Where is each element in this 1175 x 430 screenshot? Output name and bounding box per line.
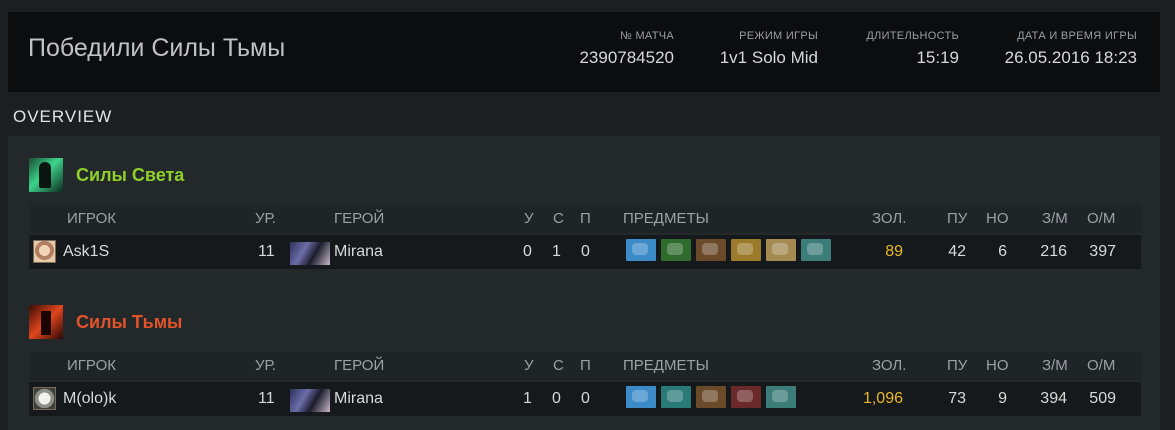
match-id-label: № МАТЧА — [620, 30, 674, 42]
player-level: 11 — [258, 243, 275, 260]
item-crystal-icon[interactable] — [626, 386, 656, 408]
col-gpm: З/М — [1042, 210, 1068, 227]
col-gold: ЗОЛ. — [872, 210, 907, 227]
date-block: ДАТА И ВРЕМЯ ИГРЫ 26.05.2016 18:23 — [1005, 30, 1137, 68]
gold-value: 1,096 — [862, 390, 903, 407]
game-mode-value: 1v1 Solo Mid — [719, 48, 818, 67]
player-level: 11 — [258, 390, 275, 407]
player-avatar[interactable] — [33, 387, 56, 410]
item-list — [626, 386, 801, 408]
item-crystal-icon[interactable] — [626, 239, 656, 261]
col-denies: НО — [986, 210, 1009, 227]
item-wraith-icon[interactable] — [801, 239, 831, 261]
deaths-value: 0 — [552, 390, 561, 407]
match-result-title: Победили Силы Тьмы — [28, 34, 286, 62]
col-assists: П — [580, 210, 591, 227]
col-hero: ГЕРОЙ — [334, 357, 385, 374]
last-hits-value: 73 — [948, 390, 966, 407]
player-name[interactable]: M(olo)k — [63, 382, 116, 416]
deaths-value: 1 — [552, 243, 561, 260]
col-hero: ГЕРОЙ — [334, 210, 385, 227]
game-mode-block: РЕЖИМ ИГРЫ 1v1 Solo Mid — [720, 30, 818, 68]
last-hits-value: 42 — [948, 243, 966, 260]
col-deaths: С — [553, 210, 564, 227]
item-wraith-icon[interactable] — [766, 386, 796, 408]
team-name-dire: Силы Тьмы — [76, 311, 183, 332]
match-id-value: 2390784520 — [579, 48, 674, 67]
denies-value: 9 — [998, 390, 1007, 407]
item-boots-icon[interactable] — [696, 239, 726, 261]
duration-label: ДЛИТЕЛЬНОСТЬ — [866, 30, 959, 42]
team-header-radiant: Силы Света — [29, 158, 184, 192]
col-gold: ЗОЛ. — [872, 357, 907, 374]
col-kills: У — [524, 210, 534, 227]
assists-value: 0 — [581, 243, 590, 260]
player-row-radiant-1[interactable]: Ask1S 11 Mirana 0 1 0 89 42 6 216 397 — [29, 235, 1141, 269]
scoreboard-panel: Силы Света ИГРОК УР. ГЕРОЙ У С П ПРЕДМЕТ… — [8, 136, 1160, 430]
col-xpm: О/М — [1087, 357, 1116, 374]
denies-value: 6 — [998, 243, 1007, 260]
item-bottle-icon[interactable] — [661, 386, 691, 408]
hero-portrait[interactable] — [290, 242, 330, 265]
player-avatar[interactable] — [33, 240, 56, 263]
col-xpm: О/М — [1087, 210, 1116, 227]
item-scroll-icon[interactable] — [766, 239, 796, 261]
item-slippers-icon[interactable] — [661, 239, 691, 261]
player-row-dire-1[interactable]: M(olo)k 11 Mirana 1 0 0 1,096 73 9 394 5… — [29, 382, 1141, 416]
item-mask-icon[interactable] — [731, 386, 761, 408]
col-deaths: С — [553, 357, 564, 374]
hero-name[interactable]: Mirana — [334, 382, 383, 416]
team-header-dire: Силы Тьмы — [29, 305, 182, 339]
date-value: 26.05.2016 18:23 — [1004, 48, 1137, 67]
gpm-value: 216 — [1040, 243, 1067, 260]
col-denies: НО — [986, 357, 1009, 374]
date-label: ДАТА И ВРЕМЯ ИГРЫ — [1017, 30, 1137, 42]
duration-value: 15:19 — [916, 48, 959, 67]
kills-value: 1 — [523, 390, 532, 407]
dire-icon — [29, 305, 63, 339]
player-name[interactable]: Ask1S — [63, 235, 109, 269]
col-assists: П — [580, 357, 591, 374]
column-header-radiant: ИГРОК УР. ГЕРОЙ У С П ПРЕДМЕТЫ ЗОЛ. ПУ Н… — [29, 205, 1141, 233]
hero-name[interactable]: Mirana — [334, 235, 383, 269]
col-level: УР. — [255, 357, 276, 374]
col-items: ПРЕДМЕТЫ — [623, 357, 709, 374]
col-level: УР. — [255, 210, 276, 227]
kills-value: 0 — [523, 243, 532, 260]
duration-block: ДЛИТЕЛЬНОСТЬ 15:19 — [866, 30, 959, 68]
gold-value: 89 — [885, 243, 903, 260]
col-gpm: З/М — [1042, 357, 1068, 374]
column-header-dire: ИГРОК УР. ГЕРОЙ У С П ПРЕДМЕТЫ ЗОЛ. ПУ Н… — [29, 352, 1141, 380]
col-kills: У — [524, 357, 534, 374]
hero-portrait[interactable] — [290, 389, 330, 412]
team-name-radiant: Силы Света — [76, 164, 185, 185]
item-claws-icon[interactable] — [731, 239, 761, 261]
xpm-value: 509 — [1089, 390, 1116, 407]
radiant-icon — [29, 158, 63, 192]
assists-value: 0 — [581, 390, 590, 407]
xpm-value: 397 — [1089, 243, 1116, 260]
overview-section-title: OVERVIEW — [13, 107, 113, 126]
gpm-value: 394 — [1040, 390, 1067, 407]
col-player: ИГРОК — [67, 357, 116, 374]
item-list — [626, 239, 836, 261]
match-summary-bar: Победили Силы Тьмы № МАТЧА 2390784520 РЕ… — [8, 12, 1160, 92]
col-items: ПРЕДМЕТЫ — [623, 210, 709, 227]
game-mode-label: РЕЖИМ ИГРЫ — [739, 30, 818, 42]
match-id-block: № МАТЧА 2390784520 — [579, 30, 674, 68]
item-boots-icon[interactable] — [696, 386, 726, 408]
col-player: ИГРОК — [67, 210, 116, 227]
col-last-hits: ПУ — [947, 210, 968, 227]
col-last-hits: ПУ — [947, 357, 968, 374]
